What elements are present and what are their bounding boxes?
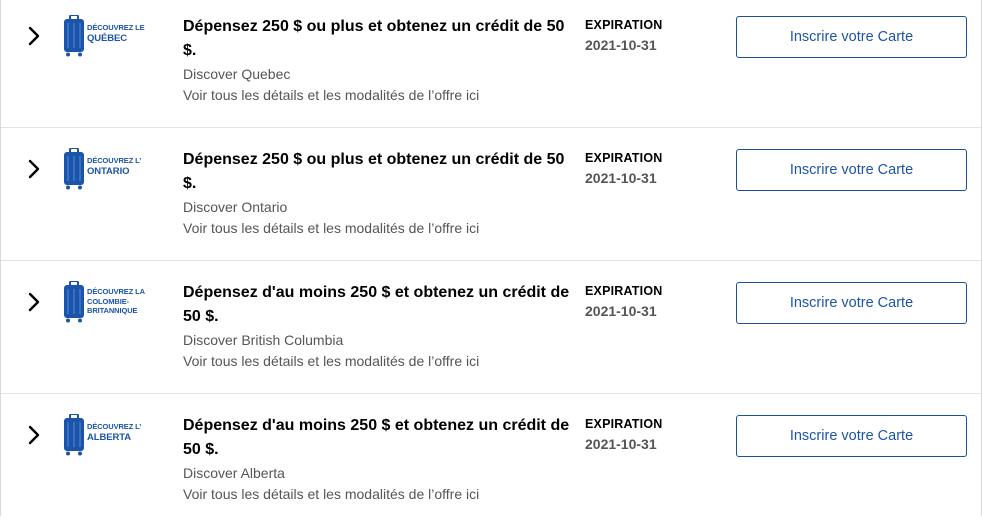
offer-title: Dépensez 250 $ ou plus et obtenez un cré…: [183, 18, 565, 59]
logo-text-line1: DÉCOUVREZ L’: [87, 156, 142, 165]
expiry-label: EXPIRATION: [585, 18, 663, 32]
expiry-date: 2021-10-31: [585, 436, 657, 452]
offer-expiry: EXPIRATION 2021-10-31: [585, 282, 662, 322]
chevron-right-icon: [28, 26, 40, 46]
expand-offer-button[interactable]: [23, 23, 45, 49]
offer-details-link[interactable]: Voir tous les détails et les modalités d…: [183, 218, 573, 239]
offer-logo: DÉCOUVREZ LA COLOMBIE- BRITANNIQUE: [63, 279, 149, 323]
offer-merchant: Discover Quebec: [183, 66, 291, 82]
enroll-card-button[interactable]: Inscrire votre Carte: [736, 282, 967, 324]
offer-logo: DÉCOUVREZ L’ ALBERTA: [63, 412, 149, 456]
offer-list: DÉCOUVREZ LE QUÉBEC Dépensez 250 $ ou pl…: [0, 0, 982, 516]
offer-logo: DÉCOUVREZ LE QUÉBEC: [63, 13, 149, 57]
expand-offer-button[interactable]: [23, 422, 45, 448]
enroll-card-button[interactable]: Inscrire votre Carte: [736, 415, 967, 457]
offer-expiry: EXPIRATION 2021-10-31: [585, 415, 662, 455]
enroll-card-button[interactable]: Inscrire votre Carte: [736, 149, 967, 191]
expiry-label: EXPIRATION: [585, 284, 663, 298]
expand-offer-button[interactable]: [23, 156, 45, 182]
logo-text-line1: DÉCOUVREZ LE: [87, 23, 145, 32]
offer-row-british-columbia: DÉCOUVREZ LA COLOMBIE- BRITANNIQUE Dépen…: [1, 261, 981, 394]
logo-text-line2: COLOMBIE-: [87, 297, 130, 306]
offer-expiry: EXPIRATION 2021-10-31: [585, 149, 662, 189]
logo-text-line3: BRITANNIQUE: [87, 306, 138, 315]
logo-text-line1: DÉCOUVREZ LA: [87, 287, 145, 296]
offer-details-link[interactable]: Voir tous les détails et les modalités d…: [183, 351, 573, 372]
offer-title: Dépensez d'au moins 250 $ et obtenez un …: [183, 284, 570, 325]
expiry-label: EXPIRATION: [585, 151, 663, 165]
offer-title: Dépensez 250 $ ou plus et obtenez un cré…: [183, 151, 565, 192]
offer-logo: DÉCOUVREZ L’ ONTARIO: [63, 146, 149, 190]
logo-text-line2: QUÉBEC: [87, 33, 128, 44]
offer-expiry: EXPIRATION 2021-10-31: [585, 16, 662, 56]
chevron-right-icon: [28, 425, 40, 445]
suitcase-icon: [64, 15, 84, 57]
offer-content: Dépensez 250 $ ou plus et obtenez un cré…: [183, 15, 573, 106]
offer-merchant: Discover Alberta: [183, 465, 285, 481]
chevron-right-icon: [28, 292, 40, 312]
offer-details-link[interactable]: Voir tous les détails et les modalités d…: [183, 85, 573, 106]
offer-details-link[interactable]: Voir tous les détails et les modalités d…: [183, 484, 573, 505]
expiry-date: 2021-10-31: [585, 303, 657, 319]
suitcase-icon: [64, 281, 84, 323]
offer-title: Dépensez d'au moins 250 $ et obtenez un …: [183, 417, 570, 458]
logo-text-line2: ALBERTA: [87, 432, 131, 443]
enroll-card-button[interactable]: Inscrire votre Carte: [736, 16, 967, 58]
expiry-label: EXPIRATION: [585, 417, 663, 431]
offer-content: Dépensez 250 $ ou plus et obtenez un cré…: [183, 148, 573, 239]
offer-row-ontario: DÉCOUVREZ L’ ONTARIO Dépensez 250 $ ou p…: [1, 128, 981, 261]
expand-offer-button[interactable]: [23, 289, 45, 315]
chevron-right-icon: [28, 159, 40, 179]
offer-content: Dépensez d'au moins 250 $ et obtenez un …: [183, 414, 573, 505]
expiry-date: 2021-10-31: [585, 37, 657, 53]
offer-merchant: Discover British Columbia: [183, 332, 344, 348]
expiry-date: 2021-10-31: [585, 170, 657, 186]
offer-content: Dépensez d'au moins 250 $ et obtenez un …: [183, 281, 573, 372]
offer-merchant: Discover Ontario: [183, 199, 288, 215]
offer-row-alberta: DÉCOUVREZ L’ ALBERTA Dépensez d'au moins…: [1, 394, 981, 527]
logo-text-line1: DÉCOUVREZ L’: [87, 422, 142, 431]
logo-text-line2: ONTARIO: [87, 166, 130, 177]
offer-row-quebec: DÉCOUVREZ LE QUÉBEC Dépensez 250 $ ou pl…: [1, 0, 981, 128]
suitcase-icon: [64, 414, 84, 456]
suitcase-icon: [64, 148, 84, 190]
